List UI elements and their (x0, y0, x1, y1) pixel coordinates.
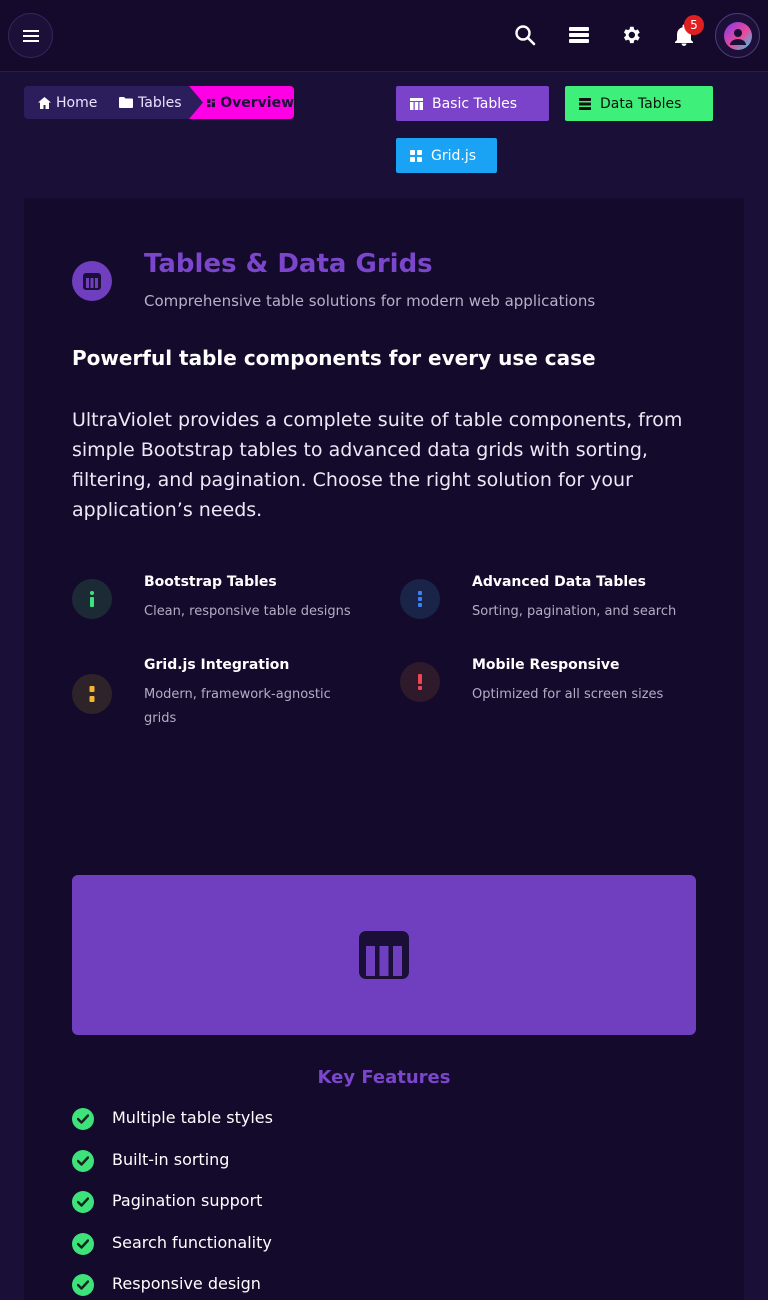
search-icon (515, 25, 536, 46)
breadcrumb: Home Tables Overview (24, 86, 294, 119)
user-avatar-button[interactable] (715, 13, 760, 58)
breadcrumb-tables[interactable]: Tables (119, 86, 182, 119)
info-icon (72, 579, 112, 619)
stack-icon (569, 27, 589, 43)
colon-icon (72, 674, 112, 714)
data-tables-label: Data Tables (600, 95, 682, 112)
key-feature-item: Search functionality (72, 1232, 272, 1256)
table-icon (359, 931, 409, 979)
user-avatar-icon (723, 21, 752, 50)
key-feature-item: Responsive design (72, 1273, 261, 1297)
exclamation-icon (400, 662, 440, 702)
gear-icon (623, 26, 640, 44)
check-circle-icon (72, 1108, 94, 1130)
hamburger-icon (22, 29, 39, 42)
key-feature-label: Responsive design (112, 1274, 261, 1293)
breadcrumb-tables-label: Tables (138, 94, 182, 111)
breadcrumb-overview: Overview (189, 86, 294, 119)
dashboard-icon (207, 98, 216, 107)
feature-title: Advanced Data Tables (472, 574, 647, 590)
page-title: Tables & Data Grids (144, 249, 433, 279)
feature-desc: Clean, responsive table designs (144, 604, 351, 619)
feature-desc: Optimized for all screen sizes (472, 687, 664, 702)
key-feature-item: Pagination support (72, 1190, 262, 1214)
table-icon (410, 97, 423, 110)
search-button[interactable] (512, 22, 538, 48)
key-feature-label: Search functionality (112, 1233, 272, 1252)
data-tables-button[interactable]: Data Tables (565, 86, 713, 121)
basic-tables-button[interactable]: Basic Tables (396, 86, 549, 121)
page-subtitle: Comprehensive table solutions for modern… (144, 292, 596, 310)
check-circle-icon (72, 1150, 94, 1172)
gridjs-label: Grid.js (431, 147, 477, 164)
section-heading: Powerful table components for every use … (72, 346, 596, 370)
list-icon (579, 97, 591, 110)
key-features-title: Key Features (317, 1067, 451, 1088)
layers-button[interactable] (566, 22, 592, 48)
top-navbar: 5 (0, 0, 768, 72)
feature-desc: Sorting, pagination, and search (472, 604, 677, 619)
folder-icon (119, 97, 133, 108)
breadcrumb-home-label: Home (56, 94, 98, 111)
check-circle-icon (72, 1233, 94, 1255)
tables-banner (72, 875, 696, 1035)
check-circle-icon (72, 1274, 94, 1296)
intro-paragraph: UltraViolet provides a complete suite of… (72, 409, 683, 521)
settings-button[interactable] (618, 22, 644, 48)
key-feature-label: Built-in sorting (112, 1150, 230, 1169)
feature-title: Mobile Responsive (472, 657, 620, 673)
key-feature-item: Multiple table styles (72, 1107, 273, 1131)
key-feature-label: Pagination support (112, 1191, 263, 1210)
feature-title: Bootstrap Tables (144, 574, 277, 590)
feature-title: Grid.js Integration (144, 657, 290, 673)
key-feature-label: Multiple table styles (112, 1108, 273, 1127)
breadcrumb-overview-label: Overview (220, 94, 294, 111)
home-icon (38, 96, 51, 109)
dots-vertical-icon (400, 579, 440, 619)
check-circle-icon (72, 1191, 94, 1213)
feature-desc: Modern, framework-agnostic grids (144, 687, 331, 726)
breadcrumb-home[interactable]: Home (38, 86, 97, 119)
basic-tables-label: Basic Tables (432, 95, 518, 112)
menu-toggle-button[interactable] (8, 13, 53, 58)
notification-badge: 5 (684, 15, 704, 35)
key-feature-item: Built-in sorting (72, 1149, 229, 1173)
hero-table-icon (72, 261, 112, 301)
grid-icon (410, 149, 422, 162)
gridjs-button[interactable]: Grid.js (396, 138, 497, 173)
